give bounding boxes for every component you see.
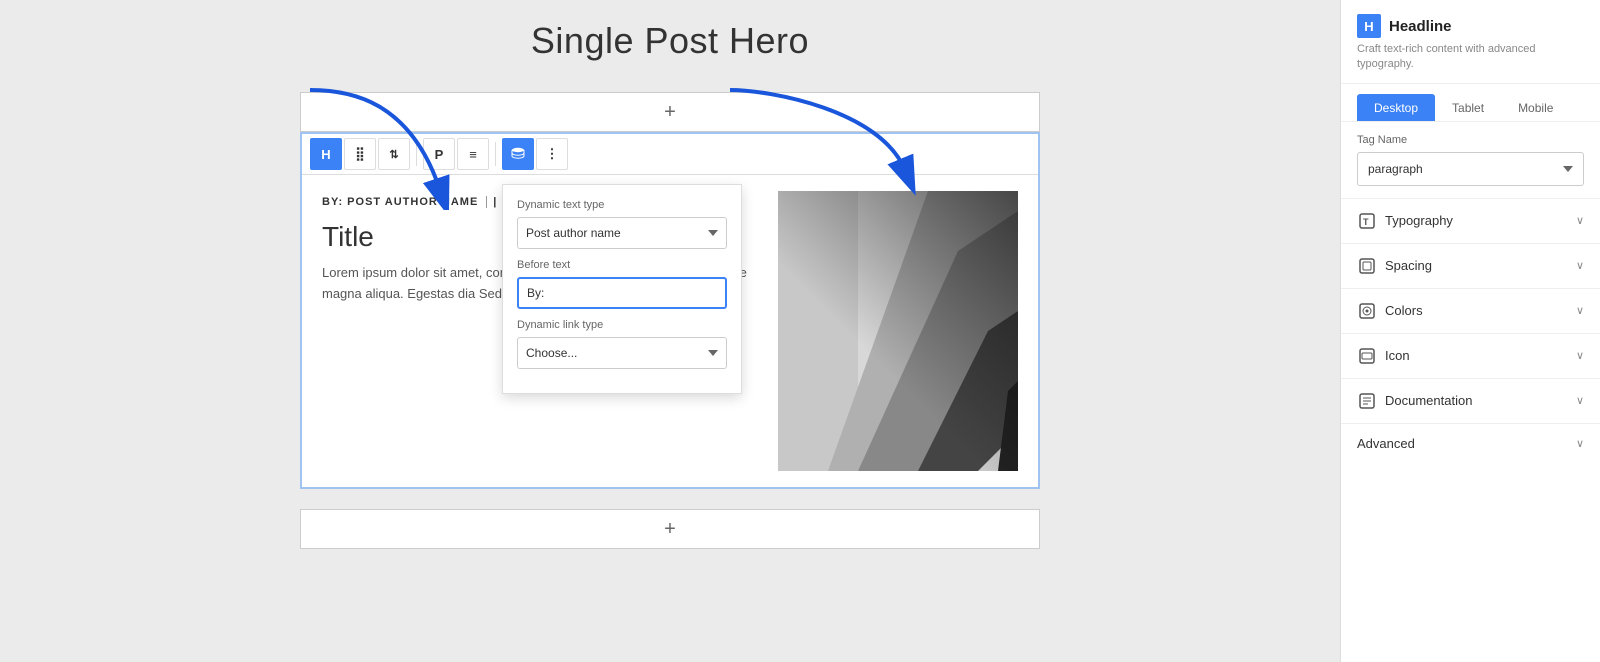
tag-name-section: Tag Name paragraph h1 h2 h3 div span [1341,122,1600,199]
tab-desktop[interactable]: Desktop [1357,94,1435,121]
accordion-colors: Colors ∨ [1341,289,1600,334]
typography-icon: T [1357,211,1377,231]
toolbar-database-button[interactable] [502,138,534,170]
arrow-right-annotation [720,80,920,200]
accordion-documentation: Documentation ∨ [1341,379,1600,424]
dynamic-text-type-select[interactable]: Post author name Post title Post date Po… [517,217,727,249]
plugin-name: Headline [1389,18,1452,35]
documentation-label: Documentation [1385,393,1472,408]
database-icon [511,147,525,161]
icon-chevron: ∨ [1576,349,1584,362]
icon-section-icon [1357,346,1377,366]
tag-name-label: Tag Name [1357,134,1584,146]
documentation-chevron: ∨ [1576,394,1584,407]
accordion-documentation-left: Documentation [1357,391,1472,411]
block-image [778,191,1018,471]
accordion-icon: Icon ∨ [1341,334,1600,379]
spacing-label: Spacing [1385,258,1432,273]
accordion-typography: T Typography ∨ [1341,199,1600,244]
accordion-icon-header[interactable]: Icon ∨ [1341,334,1600,378]
dynamic-link-type-select[interactable]: Choose... Post URL Author URL Category U… [517,337,727,369]
before-text-input[interactable] [517,277,727,309]
toolbar-divider-2 [495,142,496,166]
device-tabs: Desktop Tablet Mobile [1341,84,1600,122]
spacing-icon [1357,256,1377,276]
accordion-icon-left: Icon [1357,346,1410,366]
image-svg [778,191,1018,471]
accordion-typography-header[interactable]: T Typography ∨ [1341,199,1600,243]
right-sidebar: H Headline Craft text-rich content with … [1340,0,1600,662]
sidebar-header: H Headline Craft text-rich content with … [1341,0,1600,84]
byline-separator: | [493,196,497,208]
add-block-bottom-button[interactable]: + [300,509,1040,549]
dynamic-link-type-label: Dynamic link type [517,319,727,331]
colors-label: Colors [1385,303,1423,318]
advanced-label: Advanced [1357,436,1415,451]
accordion-colors-left: Colors [1357,301,1423,321]
accordion-colors-header[interactable]: Colors ∨ [1341,289,1600,333]
arrow-left-annotation [290,80,470,210]
colors-icon [1357,301,1377,321]
before-text-label: Before text [517,259,727,271]
plugin-icon: H [1357,14,1381,38]
tag-name-select[interactable]: paragraph h1 h2 h3 div span [1357,152,1584,186]
plugin-description: Craft text-rich content with advanced ty… [1357,42,1584,73]
tab-mobile[interactable]: Mobile [1501,94,1570,121]
advanced-chevron: ∨ [1576,437,1584,450]
dynamic-text-type-label: Dynamic text type [517,199,727,211]
dynamic-text-popup: Dynamic text type Post author name Post … [502,184,742,394]
typography-chevron: ∨ [1576,214,1584,227]
accordion-spacing-header[interactable]: Spacing ∨ [1341,244,1600,288]
advanced-section[interactable]: Advanced ∨ [1341,424,1600,463]
accordion-typography-left: T Typography [1357,211,1453,231]
documentation-icon [1357,391,1377,411]
accordion-spacing-left: Spacing [1357,256,1432,276]
svg-text:T: T [1363,217,1369,227]
colors-chevron: ∨ [1576,304,1584,317]
toolbar-more-button[interactable]: ⋮ [536,138,568,170]
page-title: Single Post Hero [531,20,809,62]
accordion-spacing: Spacing ∨ [1341,244,1600,289]
spacing-chevron: ∨ [1576,259,1584,272]
main-canvas: Single Post Hero + H ⣿ ⇅ [0,0,1340,662]
tab-tablet[interactable]: Tablet [1435,94,1501,121]
accordion-documentation-header[interactable]: Documentation ∨ [1341,379,1600,423]
typography-label: Typography [1385,213,1453,228]
plugin-title-row: H Headline [1357,14,1584,38]
icon-label: Icon [1385,348,1410,363]
